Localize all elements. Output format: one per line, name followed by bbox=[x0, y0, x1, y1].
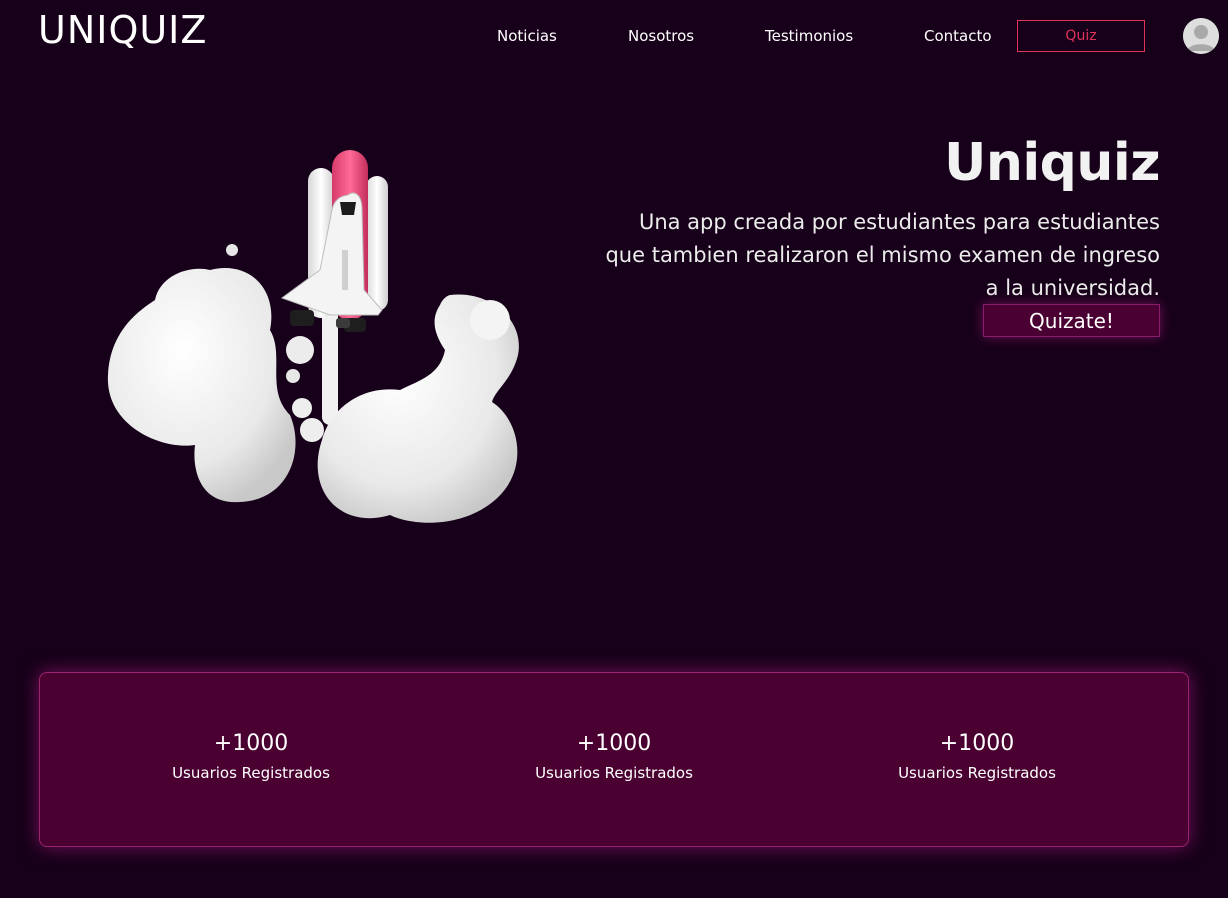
logo[interactable]: UNIQUIZ bbox=[38, 8, 207, 52]
user-avatar-icon[interactable] bbox=[1183, 18, 1219, 54]
nav-link-noticias[interactable]: Noticias bbox=[497, 27, 557, 45]
nav-link-testimonios[interactable]: Testimonios bbox=[765, 27, 853, 45]
nav-link-contacto[interactable]: Contacto bbox=[924, 27, 992, 45]
stat-item: +1000 Usuarios Registrados bbox=[121, 729, 381, 782]
hero-description-line: a la universidad. bbox=[985, 276, 1160, 300]
stat-label: Usuarios Registrados bbox=[898, 764, 1056, 782]
quiz-button[interactable]: Quiz bbox=[1017, 20, 1145, 52]
stat-item: +1000 Usuarios Registrados bbox=[847, 729, 1107, 782]
nav-link-nosotros[interactable]: Nosotros bbox=[628, 27, 694, 45]
stat-label: Usuarios Registrados bbox=[172, 764, 330, 782]
quizate-button[interactable]: Quizate! bbox=[983, 304, 1160, 337]
hero-title: Uniquiz bbox=[944, 133, 1160, 193]
stat-item: +1000 Usuarios Registrados bbox=[484, 729, 744, 782]
stat-value: +1000 bbox=[576, 731, 652, 756]
rocket-launch-illustration bbox=[100, 140, 530, 535]
hero-description-line: que tambien realizaron el mismo examen d… bbox=[605, 243, 1160, 267]
stat-label: Usuarios Registrados bbox=[535, 764, 693, 782]
hero-description: Una app creada por estudiantes para estu… bbox=[560, 206, 1160, 305]
stat-value: +1000 bbox=[939, 731, 1015, 756]
stat-value: +1000 bbox=[213, 731, 289, 756]
stats-panel: +1000 Usuarios Registrados +1000 Usuario… bbox=[39, 672, 1189, 847]
landing-page: UNIQUIZ Noticias Nosotros Testimonios Co… bbox=[0, 0, 1228, 898]
hero-description-line: Una app creada por estudiantes para estu… bbox=[638, 210, 1160, 234]
